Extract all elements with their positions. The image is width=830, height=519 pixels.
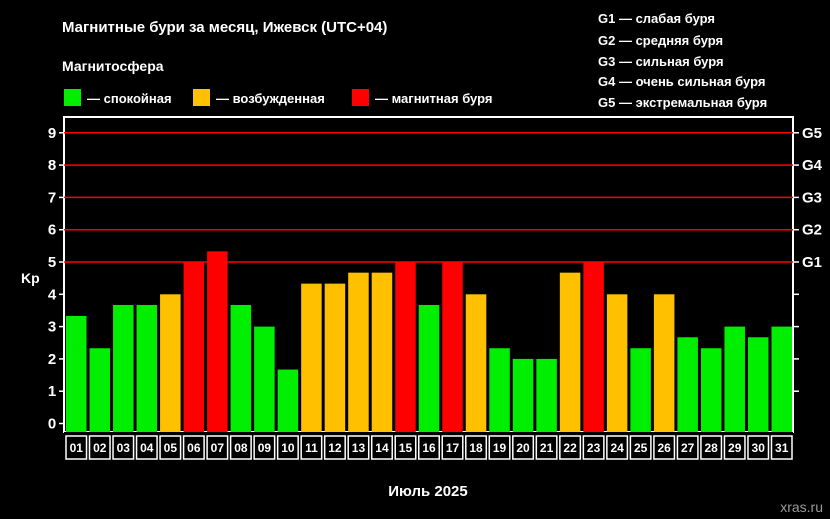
legend-label-storm: — магнитная буря [375,91,492,106]
kp-bar [583,262,604,432]
y-tick-label: 8 [48,157,56,174]
right-tick-label: G4 [802,157,823,174]
g-scale-item: G3 — сильная буря [598,54,724,69]
day-label: 08 [234,441,248,455]
kp-bar [418,304,440,432]
y-tick-label: 9 [48,125,56,142]
g-scale-item: G2 — средняя буря [598,33,723,48]
day-label: 15 [399,441,413,455]
day-label: 27 [681,441,695,455]
kp-bar [230,304,252,432]
kp-bar [606,294,628,432]
day-label: 29 [728,441,742,455]
day-label: 19 [493,441,507,455]
kp-bar [489,348,510,432]
day-label: 22 [563,441,577,455]
day-label: 03 [117,441,131,455]
legend: — спокойная — возбужденная — магнитная б… [64,89,492,106]
kp-bar [348,272,369,432]
day-label: 30 [752,441,766,455]
kp-bar [395,262,416,432]
y-axis-label: Kp [21,270,40,286]
kp-bar [442,262,463,432]
day-label: 24 [610,441,624,455]
y-tick-label: 7 [48,189,56,206]
day-label: 12 [328,441,342,455]
y-tick-label: 3 [48,319,56,336]
y-tick-label: 6 [48,222,56,239]
kp-bar [771,326,792,432]
kp-bar [512,358,534,432]
kp-chart: Магнитные бури за месяц, Ижевск (UTC+04)… [21,11,823,515]
day-label: 13 [352,441,366,455]
day-label: 25 [634,441,648,455]
chart-title: Магнитные бури за месяц, Ижевск (UTC+04) [62,19,387,36]
kp-bar [630,348,651,432]
watermark: xras.ru [780,499,823,515]
legend-swatch-storm [352,89,369,106]
day-label: 18 [469,441,483,455]
right-tick-label: G1 [802,254,822,271]
day-label: 07 [211,441,225,455]
right-tick-label: G2 [802,222,822,239]
g-scale-legend: G1 — слабая буря G2 — средняя буря G3 — … [598,11,767,110]
kp-bar [559,272,581,432]
day-label: 20 [516,441,530,455]
kp-bar [724,326,745,432]
kp-bar [371,272,393,432]
kp-bar [66,315,87,432]
kp-bar [160,294,181,432]
legend-label-excited: — возбужденная [216,91,325,106]
day-label: 14 [375,441,389,455]
g-scale-item: G5 — экстремальная буря [598,95,767,110]
kp-bar [700,348,722,432]
g-scale-item: G1 — слабая буря [598,11,715,26]
y-tick-label: 0 [48,416,56,433]
kp-bar [465,294,487,432]
right-tick-label: G5 [802,125,822,142]
kp-bar [301,283,322,432]
day-label: 05 [164,441,178,455]
kp-bar [677,337,698,432]
right-tick-label: G3 [802,189,822,206]
kp-bar [183,262,205,432]
legend-title: Магнитосфера [62,58,164,74]
y-tick-label: 5 [48,254,56,271]
kp-bar [136,304,158,432]
day-label: 28 [705,441,719,455]
day-label: 21 [540,441,554,455]
kp-bar [536,358,557,432]
legend-swatch-calm [64,89,81,106]
kp-bar [324,283,346,432]
day-label: 09 [258,441,272,455]
day-label: 02 [93,441,107,455]
day-label: 31 [775,441,789,455]
y-tick-label: 1 [48,383,56,400]
legend-label-calm: — спокойная [87,91,172,106]
day-label: 16 [422,441,436,455]
day-label: 01 [70,441,84,455]
kp-bar [277,369,299,432]
y-tick-label: 2 [48,351,56,368]
day-label: 17 [446,441,460,455]
day-label: 04 [140,441,154,455]
legend-swatch-excited [193,89,210,106]
kp-bar [747,337,769,432]
kp-bar [89,348,111,432]
x-axis-label: Июль 2025 [388,483,468,500]
day-label: 10 [281,441,295,455]
kp-bar [113,304,134,432]
kp-bar [207,251,228,432]
g-scale-item: G4 — очень сильная буря [598,74,765,89]
day-label: 11 [305,441,318,455]
day-label: 26 [657,441,671,455]
day-label: 23 [587,441,601,455]
kp-bar [254,326,275,432]
kp-bar [653,294,675,432]
y-tick-label: 4 [48,286,57,303]
day-label: 06 [187,441,201,455]
plot-area: 0123456789G1G2G3G4G501 02 03 04 05 06 07 08 09 10… [48,116,823,462]
